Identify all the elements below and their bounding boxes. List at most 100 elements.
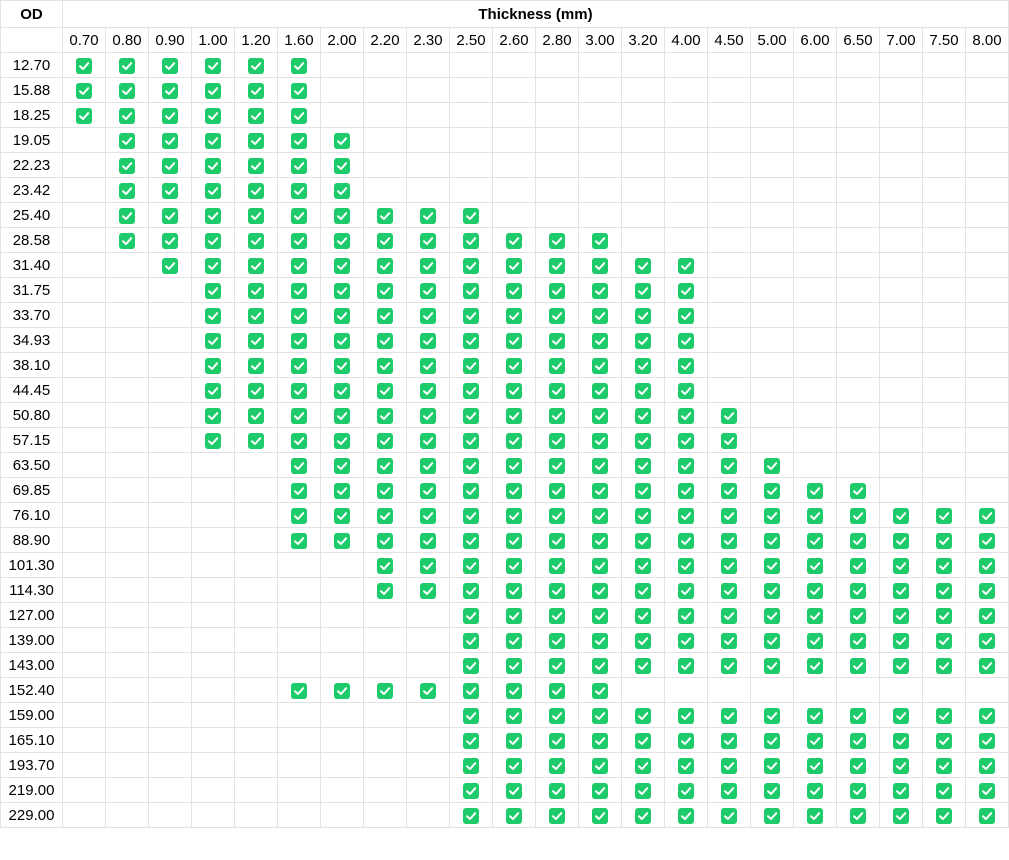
checkbox-checked-icon[interactable] bbox=[635, 732, 651, 749]
checkbox-checked-icon[interactable] bbox=[764, 707, 780, 724]
checkbox-checked-icon[interactable] bbox=[463, 207, 479, 224]
checkbox-checked-icon[interactable] bbox=[248, 157, 264, 174]
checkbox-checked-icon[interactable] bbox=[893, 582, 909, 599]
checkbox-checked-icon[interactable] bbox=[334, 307, 350, 324]
checkbox-checked-icon[interactable] bbox=[549, 332, 565, 349]
checkbox-checked-icon[interactable] bbox=[807, 607, 823, 624]
checkbox-checked-icon[interactable] bbox=[205, 207, 221, 224]
checkbox-checked-icon[interactable] bbox=[850, 532, 866, 549]
checkbox-checked-icon[interactable] bbox=[635, 357, 651, 374]
checkbox-checked-icon[interactable] bbox=[936, 607, 952, 624]
checkbox-checked-icon[interactable] bbox=[291, 282, 307, 299]
checkbox-checked-icon[interactable] bbox=[549, 482, 565, 499]
checkbox-checked-icon[interactable] bbox=[377, 457, 393, 474]
checkbox-checked-icon[interactable] bbox=[549, 732, 565, 749]
checkbox-checked-icon[interactable] bbox=[592, 582, 608, 599]
checkbox-checked-icon[interactable] bbox=[506, 357, 522, 374]
checkbox-checked-icon[interactable] bbox=[162, 157, 178, 174]
checkbox-checked-icon[interactable] bbox=[721, 757, 737, 774]
checkbox-checked-icon[interactable] bbox=[506, 632, 522, 649]
checkbox-checked-icon[interactable] bbox=[721, 632, 737, 649]
checkbox-checked-icon[interactable] bbox=[850, 507, 866, 524]
checkbox-checked-icon[interactable] bbox=[377, 357, 393, 374]
checkbox-checked-icon[interactable] bbox=[463, 582, 479, 599]
checkbox-checked-icon[interactable] bbox=[893, 532, 909, 549]
checkbox-checked-icon[interactable] bbox=[463, 557, 479, 574]
checkbox-checked-icon[interactable] bbox=[463, 332, 479, 349]
checkbox-checked-icon[interactable] bbox=[506, 707, 522, 724]
checkbox-checked-icon[interactable] bbox=[979, 532, 995, 549]
checkbox-checked-icon[interactable] bbox=[721, 507, 737, 524]
checkbox-checked-icon[interactable] bbox=[377, 482, 393, 499]
checkbox-checked-icon[interactable] bbox=[635, 707, 651, 724]
checkbox-checked-icon[interactable] bbox=[721, 457, 737, 474]
checkbox-checked-icon[interactable] bbox=[463, 657, 479, 674]
checkbox-checked-icon[interactable] bbox=[678, 732, 694, 749]
checkbox-checked-icon[interactable] bbox=[420, 482, 436, 499]
checkbox-checked-icon[interactable] bbox=[764, 782, 780, 799]
checkbox-checked-icon[interactable] bbox=[377, 432, 393, 449]
checkbox-checked-icon[interactable] bbox=[119, 82, 135, 99]
checkbox-checked-icon[interactable] bbox=[936, 657, 952, 674]
checkbox-checked-icon[interactable] bbox=[721, 807, 737, 824]
checkbox-checked-icon[interactable] bbox=[420, 582, 436, 599]
checkbox-checked-icon[interactable] bbox=[592, 807, 608, 824]
checkbox-checked-icon[interactable] bbox=[506, 557, 522, 574]
checkbox-checked-icon[interactable] bbox=[592, 482, 608, 499]
checkbox-checked-icon[interactable] bbox=[248, 57, 264, 74]
checkbox-checked-icon[interactable] bbox=[549, 457, 565, 474]
checkbox-checked-icon[interactable] bbox=[291, 382, 307, 399]
checkbox-checked-icon[interactable] bbox=[936, 732, 952, 749]
checkbox-checked-icon[interactable] bbox=[420, 507, 436, 524]
checkbox-checked-icon[interactable] bbox=[850, 557, 866, 574]
checkbox-checked-icon[interactable] bbox=[850, 657, 866, 674]
checkbox-checked-icon[interactable] bbox=[678, 282, 694, 299]
checkbox-checked-icon[interactable] bbox=[334, 357, 350, 374]
checkbox-checked-icon[interactable] bbox=[979, 782, 995, 799]
checkbox-checked-icon[interactable] bbox=[807, 507, 823, 524]
checkbox-checked-icon[interactable] bbox=[291, 82, 307, 99]
checkbox-checked-icon[interactable] bbox=[506, 332, 522, 349]
checkbox-checked-icon[interactable] bbox=[807, 757, 823, 774]
checkbox-checked-icon[interactable] bbox=[420, 357, 436, 374]
checkbox-checked-icon[interactable] bbox=[635, 407, 651, 424]
checkbox-checked-icon[interactable] bbox=[420, 232, 436, 249]
checkbox-checked-icon[interactable] bbox=[291, 157, 307, 174]
checkbox-checked-icon[interactable] bbox=[377, 332, 393, 349]
checkbox-checked-icon[interactable] bbox=[506, 382, 522, 399]
checkbox-checked-icon[interactable] bbox=[549, 557, 565, 574]
checkbox-checked-icon[interactable] bbox=[334, 507, 350, 524]
checkbox-checked-icon[interactable] bbox=[463, 482, 479, 499]
checkbox-checked-icon[interactable] bbox=[678, 657, 694, 674]
checkbox-checked-icon[interactable] bbox=[764, 557, 780, 574]
checkbox-checked-icon[interactable] bbox=[549, 657, 565, 674]
checkbox-checked-icon[interactable] bbox=[119, 207, 135, 224]
checkbox-checked-icon[interactable] bbox=[936, 757, 952, 774]
checkbox-checked-icon[interactable] bbox=[420, 332, 436, 349]
checkbox-checked-icon[interactable] bbox=[506, 482, 522, 499]
checkbox-checked-icon[interactable] bbox=[850, 732, 866, 749]
checkbox-checked-icon[interactable] bbox=[592, 607, 608, 624]
checkbox-checked-icon[interactable] bbox=[291, 332, 307, 349]
checkbox-checked-icon[interactable] bbox=[291, 57, 307, 74]
checkbox-checked-icon[interactable] bbox=[162, 257, 178, 274]
checkbox-checked-icon[interactable] bbox=[291, 432, 307, 449]
checkbox-checked-icon[interactable] bbox=[463, 757, 479, 774]
checkbox-checked-icon[interactable] bbox=[248, 207, 264, 224]
checkbox-checked-icon[interactable] bbox=[893, 782, 909, 799]
checkbox-checked-icon[interactable] bbox=[592, 332, 608, 349]
checkbox-checked-icon[interactable] bbox=[721, 732, 737, 749]
checkbox-checked-icon[interactable] bbox=[205, 382, 221, 399]
checkbox-checked-icon[interactable] bbox=[592, 457, 608, 474]
checkbox-checked-icon[interactable] bbox=[678, 707, 694, 724]
checkbox-checked-icon[interactable] bbox=[248, 407, 264, 424]
checkbox-checked-icon[interactable] bbox=[549, 507, 565, 524]
checkbox-checked-icon[interactable] bbox=[979, 657, 995, 674]
checkbox-checked-icon[interactable] bbox=[205, 57, 221, 74]
checkbox-checked-icon[interactable] bbox=[979, 732, 995, 749]
checkbox-checked-icon[interactable] bbox=[635, 532, 651, 549]
checkbox-checked-icon[interactable] bbox=[334, 532, 350, 549]
checkbox-checked-icon[interactable] bbox=[807, 582, 823, 599]
checkbox-checked-icon[interactable] bbox=[721, 482, 737, 499]
checkbox-checked-icon[interactable] bbox=[807, 557, 823, 574]
